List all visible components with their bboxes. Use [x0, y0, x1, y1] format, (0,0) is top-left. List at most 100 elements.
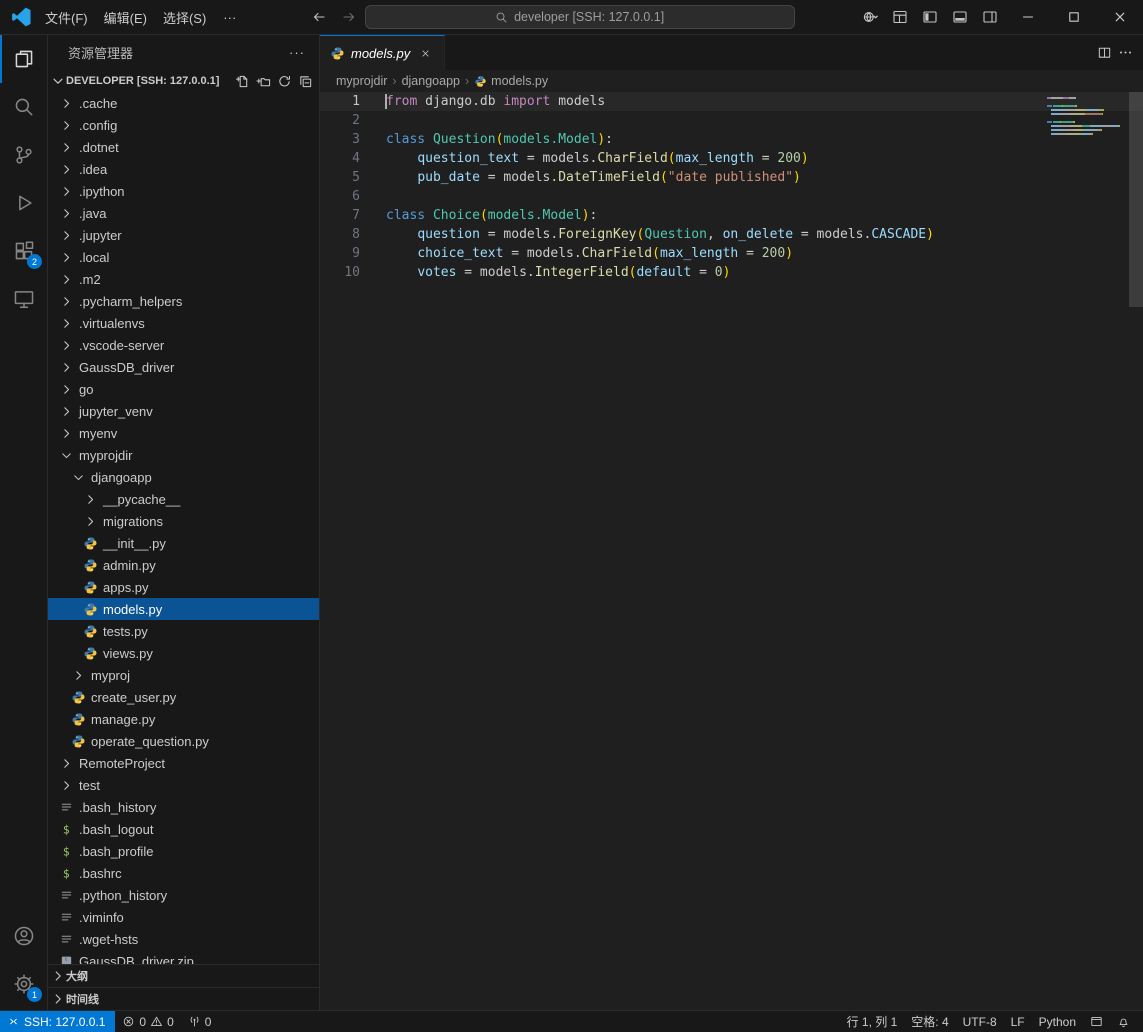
code-line-9[interactable]: 9 choice_text = models.CharField(max_len…: [320, 244, 1143, 263]
activity-run-and-debug[interactable]: [0, 179, 47, 227]
tree-item-wget-hsts[interactable]: .wget-hsts: [48, 928, 319, 950]
tree-item-test[interactable]: test: [48, 774, 319, 796]
activity-remote-explorer[interactable]: [0, 275, 47, 323]
collapse-all-button[interactable]: [295, 71, 315, 91]
explorer-section-header[interactable]: DEVELOPER [SSH: 127.0.0.1]: [48, 70, 319, 92]
menu-more[interactable]: ···: [215, 7, 244, 28]
tree-item-virtualenvs[interactable]: .virtualenvs: [48, 312, 319, 334]
tree-item-ipython[interactable]: .ipython: [48, 180, 319, 202]
status-indentation[interactable]: 空格: 4: [904, 1011, 955, 1032]
tree-item-tests-py[interactable]: tests.py: [48, 620, 319, 642]
tree-item-vscode-server[interactable]: .vscode-server: [48, 334, 319, 356]
breadcrumb-djangoapp[interactable]: djangoapp: [402, 74, 460, 88]
tree-item-local[interactable]: .local: [48, 246, 319, 268]
tree-item-views-py[interactable]: views.py: [48, 642, 319, 664]
toggle-primary-sidebar-icon[interactable]: [915, 4, 945, 30]
activity-explorer[interactable]: [0, 35, 47, 83]
code-line-4[interactable]: 4 question_text = models.CharField(max_l…: [320, 149, 1143, 168]
tree-item-jupyter[interactable]: .jupyter: [48, 224, 319, 246]
tree-item-jupyter-venv[interactable]: jupyter_venv: [48, 400, 319, 422]
tree-item-bash-history[interactable]: .bash_history: [48, 796, 319, 818]
tree-item-djangoapp[interactable]: djangoapp: [48, 466, 319, 488]
code-line-5[interactable]: 5 pub_date = models.DateTimeField("date …: [320, 168, 1143, 187]
breadcrumb-myprojdir[interactable]: myprojdir: [336, 74, 387, 88]
scrollbar-thumb[interactable]: [1129, 92, 1143, 307]
more-actions-icon[interactable]: [1118, 45, 1133, 60]
tree-item-bash-logout[interactable]: $.bash_logout: [48, 818, 319, 840]
tree-item-pycache[interactable]: __pycache__: [48, 488, 319, 510]
new-folder-button[interactable]: [253, 71, 273, 91]
window-icon[interactable]: [1083, 1011, 1110, 1032]
activity-search[interactable]: [0, 83, 47, 131]
tree-item-cache[interactable]: .cache: [48, 92, 319, 114]
tree-item-idea[interactable]: .idea: [48, 158, 319, 180]
toggle-secondary-sidebar-icon[interactable]: [975, 4, 1005, 30]
navigate-back-icon[interactable]: [305, 4, 333, 30]
menu-1[interactable]: 编辑(E): [96, 5, 155, 30]
tree-item-myenv[interactable]: myenv: [48, 422, 319, 444]
tree-item-migrations[interactable]: migrations: [48, 510, 319, 532]
tree-item-gaussdb-driver-zip[interactable]: GaussDB_driver.zip: [48, 950, 319, 964]
code-line-6[interactable]: 6: [320, 187, 1143, 206]
tree-item-myproj[interactable]: myproj: [48, 664, 319, 686]
activity-source-control[interactable]: [0, 131, 47, 179]
close-button[interactable]: [1097, 0, 1143, 35]
tree-item-go[interactable]: go: [48, 378, 319, 400]
tree-item-bashrc[interactable]: $.bashrc: [48, 862, 319, 884]
code-line-8[interactable]: 8 question = models.ForeignKey(Question,…: [320, 225, 1143, 244]
menu-0[interactable]: 文件(F): [37, 5, 96, 30]
status-cursor-position[interactable]: 行 1, 列 1: [840, 1011, 905, 1032]
activity-extensions[interactable]: 2: [0, 227, 47, 275]
customize-layout-icon[interactable]: [885, 4, 915, 30]
code-line-1[interactable]: 1from django.db import models: [320, 92, 1143, 111]
tree-item-operate-question-py[interactable]: operate_question.py: [48, 730, 319, 752]
tree-item-bash-profile[interactable]: $.bash_profile: [48, 840, 319, 862]
activity-manage[interactable]: 1: [0, 960, 47, 1008]
close-tab-icon[interactable]: [416, 44, 434, 62]
code-line-7[interactable]: 7class Choice(models.Model):: [320, 206, 1143, 225]
section-outline[interactable]: 大纲: [48, 964, 319, 987]
remote-menu-icon[interactable]: [855, 4, 885, 30]
code-editor[interactable]: 1from django.db import models23class Que…: [320, 92, 1143, 1010]
tree-item-viminfo[interactable]: .viminfo: [48, 906, 319, 928]
tree-item-dotnet[interactable]: .dotnet: [48, 136, 319, 158]
menu-2[interactable]: 选择(S): [155, 5, 214, 30]
status-language-mode[interactable]: Python: [1032, 1011, 1083, 1032]
maximize-button[interactable]: [1051, 0, 1097, 35]
tree-item-config[interactable]: .config: [48, 114, 319, 136]
tree-item-apps-py[interactable]: apps.py: [48, 576, 319, 598]
tree-item-python-history[interactable]: .python_history: [48, 884, 319, 906]
tree-item-create-user-py[interactable]: create_user.py: [48, 686, 319, 708]
breadcrumb-models-py[interactable]: models.py: [474, 74, 548, 88]
tree-item-models-py[interactable]: models.py: [48, 598, 319, 620]
refresh-button[interactable]: [274, 71, 294, 91]
sidebar-more-actions[interactable]: ···: [289, 45, 305, 60]
bell-icon[interactable]: [1110, 1011, 1137, 1032]
activity-accounts[interactable]: [0, 912, 47, 960]
status-encoding[interactable]: UTF-8: [956, 1011, 1004, 1032]
section-timeline[interactable]: 时间线: [48, 987, 319, 1010]
tab-models-py[interactable]: models.py: [320, 35, 445, 70]
tree-item-remoteproject[interactable]: RemoteProject: [48, 752, 319, 774]
split-editor-icon[interactable]: [1097, 45, 1112, 60]
tree-item-pycharm-helpers[interactable]: .pycharm_helpers: [48, 290, 319, 312]
tree-item-manage-py[interactable]: manage.py: [48, 708, 319, 730]
tree-item-init-py[interactable]: __init__.py: [48, 532, 319, 554]
navigate-forward-icon[interactable]: [335, 4, 363, 30]
tree-item-gaussdb-driver[interactable]: GaussDB_driver: [48, 356, 319, 378]
status-end-of-line[interactable]: LF: [1004, 1011, 1032, 1032]
toggle-panel-icon[interactable]: [945, 4, 975, 30]
tree-item-admin-py[interactable]: admin.py: [48, 554, 319, 576]
code-line-2[interactable]: 2: [320, 111, 1143, 130]
minimap[interactable]: [1047, 92, 1129, 137]
command-center-search[interactable]: developer [SSH: 127.0.0.1]: [365, 5, 795, 29]
tree-item-myprojdir[interactable]: myprojdir: [48, 444, 319, 466]
new-file-button[interactable]: [232, 71, 252, 91]
ports-status[interactable]: 0: [181, 1011, 219, 1032]
code-line-10[interactable]: 10 votes = models.IntegerField(default =…: [320, 263, 1143, 282]
remote-status[interactable]: SSH: 127.0.0.1: [0, 1011, 115, 1032]
minimize-button[interactable]: [1005, 0, 1051, 35]
code-line-3[interactable]: 3class Question(models.Model):: [320, 130, 1143, 149]
problems-status[interactable]: 00: [115, 1011, 180, 1032]
tree-item-m2[interactable]: .m2: [48, 268, 319, 290]
